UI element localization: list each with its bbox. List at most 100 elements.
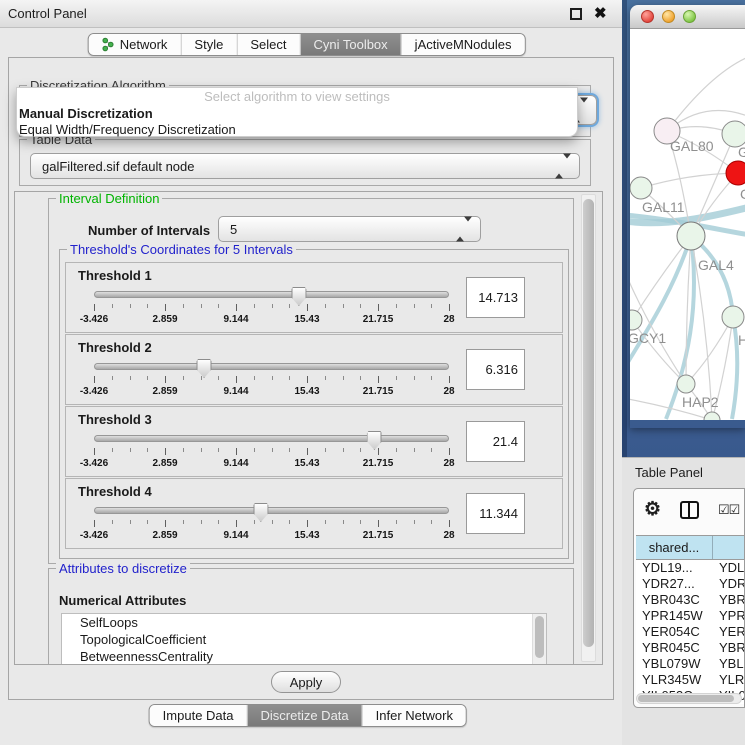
attribute-item[interactable]: BetweennessCentrality — [62, 648, 546, 665]
network-node[interactable] — [677, 375, 695, 393]
threshold-slider[interactable]: -3.4262.8599.14415.4321.71528 — [94, 431, 449, 475]
tab-network[interactable]: Network — [89, 34, 181, 55]
slider-tick — [289, 304, 290, 308]
slider-tick — [218, 520, 219, 524]
thresholds-group-title: Threshold's Coordinates for 5 Intervals — [67, 242, 296, 257]
dropdown-option-manual-discretization[interactable]: Manual Discretization — [17, 106, 577, 122]
slider-thumb[interactable] — [197, 359, 212, 378]
table-row[interactable]: YDR27...YDR2 — [636, 576, 745, 592]
slider-tick — [130, 376, 131, 380]
table-row[interactable]: YBR045CYBR0 — [636, 640, 745, 656]
network-edge[interactable] — [686, 236, 691, 384]
slider-tick — [343, 520, 344, 524]
slider-tick-label: 28 — [443, 530, 454, 541]
slider-track[interactable] — [94, 291, 449, 298]
network-node[interactable] — [722, 306, 744, 328]
split-columns-icon[interactable] — [680, 501, 699, 519]
slider-tick — [360, 376, 361, 380]
slider-tick — [112, 448, 113, 452]
cell-shared-name: YER054C — [636, 624, 713, 640]
apply-button[interactable]: Apply — [271, 671, 341, 693]
close-traffic-light-icon[interactable] — [641, 10, 654, 23]
slider-thumb[interactable] — [291, 287, 306, 306]
attribute-item[interactable]: SelfLoops — [62, 614, 546, 631]
tab-style[interactable]: Style — [180, 34, 236, 55]
settings-vertical-scrollbar[interactable] — [581, 194, 596, 662]
threshold-label: Threshold 1 — [78, 268, 152, 283]
table-horizontal-scrollbar[interactable] — [636, 693, 742, 704]
threshold-value-field[interactable]: 11.344 — [466, 493, 525, 534]
float-window-icon[interactable] — [570, 8, 582, 20]
table-row[interactable]: YER054CYER0 — [636, 624, 745, 640]
table-row[interactable]: YPR145WYPR1 — [636, 608, 745, 624]
slider-tick — [378, 520, 379, 527]
threshold-value-field[interactable]: 14.713 — [466, 277, 525, 318]
network-edge[interactable] — [641, 173, 738, 188]
slider-tick — [201, 304, 202, 308]
threshold-panel-1: Threshold 1 -3.4262.8599.14415.4321.71528… — [65, 262, 563, 333]
numerical-attributes-heading: Numerical Attributes — [59, 593, 186, 608]
slider-tick — [254, 304, 255, 308]
threshold-value-field[interactable]: 6.316 — [466, 349, 525, 390]
threshold-slider[interactable]: -3.4262.8599.14415.4321.71528 — [94, 503, 449, 547]
cell-name: YBR0 — [713, 592, 745, 608]
threshold-panel-4: Threshold 4-3.4262.8599.14415.4321.71528… — [65, 478, 563, 549]
checkboxes-icon[interactable]: ☑☑ — [718, 502, 739, 518]
number-of-intervals-combobox[interactable]: 5 — [218, 216, 481, 242]
algorithm-prompt: Select algorithm to view settings — [17, 88, 577, 106]
dropdown-option-equal-width-frequency[interactable]: Equal Width/Frequency Discretization — [17, 122, 577, 138]
slider-thumb[interactable] — [367, 431, 382, 450]
threshold-panel-2: Threshold 2-3.4262.8599.14415.4321.71528… — [65, 334, 563, 405]
column-header-name[interactable]: n — [713, 536, 745, 559]
threshold-value-field[interactable]: 21.4 — [466, 421, 525, 462]
slider-tick — [449, 448, 450, 455]
network-node-label: GA — [738, 144, 745, 160]
tab-jactivemnodules[interactable]: jActiveMNodules — [401, 34, 525, 55]
network-node[interactable] — [677, 222, 705, 250]
network-node[interactable] — [704, 412, 720, 420]
network-canvas[interactable]: GAL80GACGAL11GAL4GCY1HHAP2 — [630, 29, 745, 420]
table-row[interactable]: YBL079WYBL0 — [636, 656, 745, 672]
slider-tick — [236, 376, 237, 383]
slider-track[interactable] — [94, 435, 449, 442]
slider-tick-label: 2.859 — [152, 458, 177, 469]
table-row[interactable]: YDL19...YDL1 — [636, 560, 745, 576]
slider-tick — [94, 304, 95, 311]
table-row[interactable]: YLR345WYLR3 — [636, 672, 745, 688]
threshold-slider[interactable]: -3.4262.8599.14415.4321.71528 — [94, 359, 449, 403]
slider-tick — [236, 520, 237, 527]
table-row[interactable]: YBR043CYBR0 — [636, 592, 745, 608]
network-node[interactable] — [726, 161, 745, 185]
tab-discretize-data[interactable]: Discretize Data — [247, 705, 362, 726]
zoom-traffic-light-icon[interactable] — [683, 10, 696, 23]
slider-tick — [272, 304, 273, 308]
gear-icon[interactable]: ⚙ — [644, 498, 661, 521]
column-header-shared-name[interactable]: shared... — [636, 536, 713, 559]
network-node[interactable] — [630, 177, 652, 199]
slider-track[interactable] — [94, 363, 449, 370]
network-node[interactable] — [630, 310, 642, 330]
slider-thumb[interactable] — [253, 503, 268, 522]
cell-name: YDR2 — [713, 576, 745, 592]
tab-impute-data[interactable]: Impute Data — [150, 705, 247, 726]
threshold-slider[interactable]: -3.4262.8599.14415.4321.71528 — [94, 287, 449, 331]
slider-tick — [112, 520, 113, 524]
network-edge[interactable] — [732, 317, 737, 419]
attribute-item[interactable]: TopologicalCoefficient — [62, 631, 546, 648]
tab-cyni-toolbox[interactable]: Cyni Toolbox — [299, 34, 400, 55]
network-edge[interactable] — [667, 57, 745, 131]
slider-tick — [236, 448, 237, 455]
tab-infer-network[interactable]: Infer Network — [362, 705, 466, 726]
table-data-combobox[interactable]: galFiltered.sif default node — [30, 153, 580, 179]
minimize-traffic-light-icon[interactable] — [662, 10, 675, 23]
tab-label: Style — [194, 37, 223, 52]
slider-track[interactable] — [94, 507, 449, 514]
attributes-list-scrollbar[interactable] — [532, 614, 546, 665]
tab-select[interactable]: Select — [236, 34, 299, 55]
close-icon[interactable]: ✖ — [594, 4, 607, 22]
threshold-label: Threshold 3 — [78, 412, 152, 427]
network-icon — [102, 37, 115, 52]
slider-tick — [147, 448, 148, 452]
cell-name: YPR1 — [713, 608, 745, 624]
cell-shared-name: YBR043C — [636, 592, 713, 608]
